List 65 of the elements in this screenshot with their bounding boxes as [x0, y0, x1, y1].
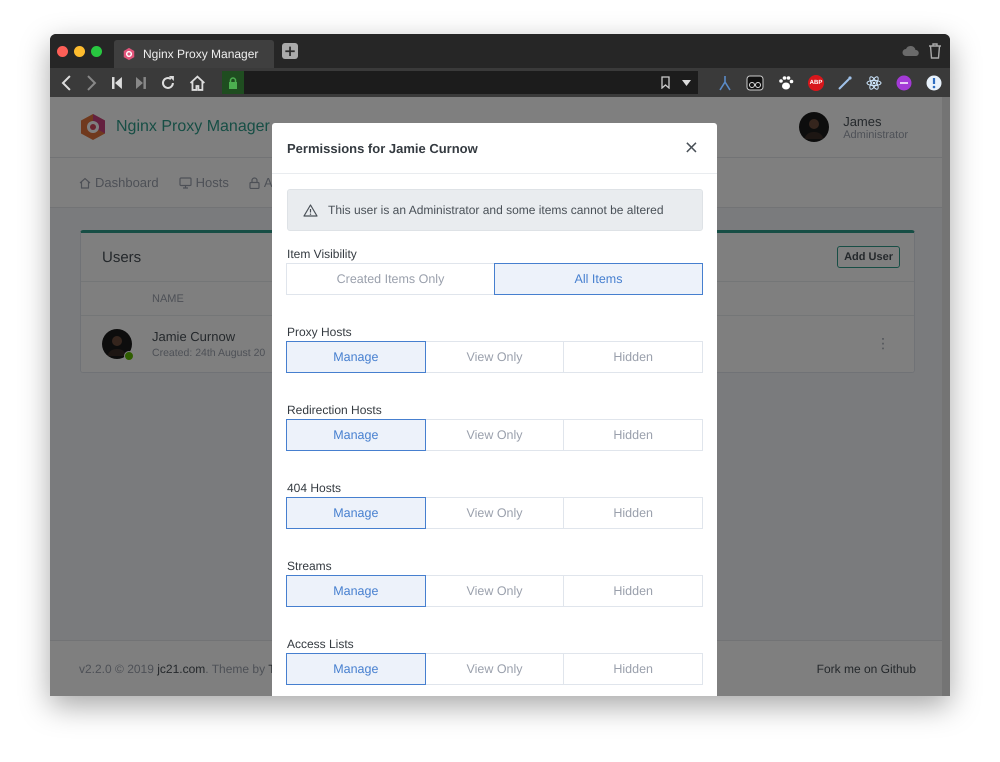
cloud-icon	[902, 45, 920, 57]
atom-icon[interactable]	[866, 74, 882, 90]
section-label: Access Lists	[287, 637, 355, 651]
add-user-button[interactable]: Add User	[837, 246, 900, 268]
brand-name[interactable]: Nginx Proxy Manager	[116, 118, 270, 136]
option-button[interactable]: View Only	[424, 653, 564, 685]
avatar-icon	[102, 329, 132, 359]
avatar-icon[interactable]	[799, 112, 830, 142]
monitor-icon	[178, 176, 192, 188]
fork-icon[interactable]	[718, 74, 732, 90]
skip-back-icon[interactable]	[112, 76, 122, 88]
github-link[interactable]: Fork me on Github	[816, 662, 916, 676]
paw-icon[interactable]	[778, 74, 794, 90]
option-button[interactable]: Created Items Only	[286, 263, 495, 295]
option-button[interactable]: View Only	[424, 497, 564, 529]
option-button[interactable]: Manage	[286, 653, 426, 685]
warning-icon	[303, 204, 318, 216]
section-label: Redirection Hosts	[287, 403, 383, 417]
section-label: Proxy Hosts	[287, 325, 353, 339]
user-name: James	[843, 114, 882, 128]
section-label: Streams	[287, 559, 333, 573]
home-icon	[79, 176, 91, 188]
scrollbar[interactable]	[942, 97, 950, 696]
card-title: Users	[102, 248, 142, 266]
section-label: 404 Hosts	[287, 481, 342, 495]
option-button[interactable]: Manage	[286, 497, 426, 529]
option-button[interactable]: Hidden	[563, 497, 704, 529]
new-tab-button[interactable]: +	[282, 43, 298, 59]
dialog-title: Permissions for Jamie Curnow	[287, 140, 478, 156]
option-button[interactable]: Manage	[286, 575, 426, 607]
close-window-button[interactable]	[57, 46, 68, 56]
forward-icon[interactable]	[86, 74, 98, 90]
alert-text: This user is an Administrator and some items cannot be altered	[328, 203, 664, 217]
option-button[interactable]: View Only	[424, 419, 564, 451]
hexagon-logo-icon	[122, 47, 136, 61]
option-button[interactable]: Manage	[286, 341, 426, 373]
option-button[interactable]: Hidden	[563, 575, 704, 607]
browser-tab[interactable]: Nginx Proxy Manager	[114, 40, 274, 68]
section-label: Item Visibility	[287, 247, 358, 261]
more-menu-button[interactable]: ⋮	[874, 336, 892, 352]
user-name: Jamie Curnow	[152, 329, 236, 344]
option-button[interactable]: View Only	[424, 341, 564, 373]
zoom-window-button[interactable]	[91, 46, 102, 56]
home-icon[interactable]	[189, 74, 206, 90]
pipette-icon[interactable]	[838, 76, 852, 90]
trash-icon[interactable]	[928, 43, 942, 59]
option-button[interactable]: Hidden	[563, 419, 704, 451]
caret-icon[interactable]	[682, 80, 691, 86]
lock-icon	[248, 176, 260, 188]
option-button[interactable]: Manage	[286, 419, 426, 451]
reload-icon[interactable]	[160, 74, 176, 90]
back-icon[interactable]	[60, 74, 72, 90]
close-button[interactable]: ×	[684, 139, 699, 157]
lock-icon	[228, 76, 238, 88]
bookmark-icon[interactable]	[661, 76, 670, 89]
minus-circle-icon[interactable]	[896, 74, 912, 90]
minimize-window-button[interactable]	[74, 46, 85, 56]
option-button[interactable]: View Only	[424, 575, 564, 607]
skip-forward-icon[interactable]	[136, 76, 146, 88]
hexagon-logo-icon	[80, 113, 106, 141]
option-button[interactable]: Hidden	[563, 341, 704, 373]
exclamation-circle-icon[interactable]	[926, 74, 942, 90]
option-button[interactable]: Hidden	[563, 653, 704, 685]
glasses-icon[interactable]	[746, 74, 764, 90]
option-button[interactable]: All Items	[494, 263, 703, 295]
